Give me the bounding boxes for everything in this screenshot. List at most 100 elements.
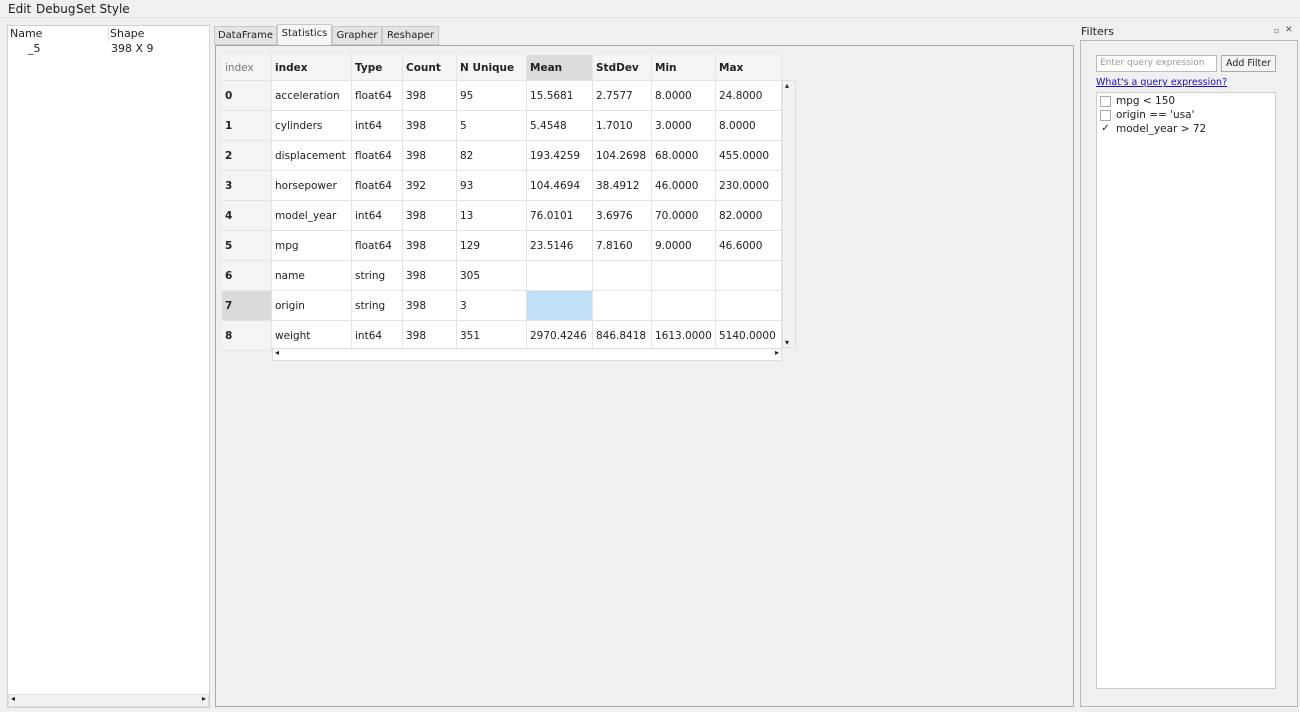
column-header-type[interactable]: Type: [352, 55, 403, 81]
filter-item[interactable]: mpg < 150: [1100, 95, 1175, 108]
table-cell-stddev[interactable]: 3.6976: [593, 201, 652, 231]
table-cell-count[interactable]: 398: [403, 231, 457, 261]
table-cell-count[interactable]: 398: [403, 201, 457, 231]
row-header[interactable]: 3: [222, 171, 272, 201]
column-header-stddev[interactable]: StdDev: [593, 55, 652, 81]
row-header[interactable]: 0: [222, 81, 272, 111]
table-cell-count[interactable]: 398: [403, 291, 457, 321]
table-cell-min[interactable]: 8.0000: [652, 81, 716, 111]
table-cell-n-unique[interactable]: 82: [457, 141, 527, 171]
table-cell-count[interactable]: 398: [403, 111, 457, 141]
row-header[interactable]: 6: [222, 261, 272, 291]
table-cell-n-unique[interactable]: 129: [457, 231, 527, 261]
table-cell-mean[interactable]: 104.4694: [527, 171, 593, 201]
column-header-mean[interactable]: Mean: [527, 55, 593, 81]
row-header[interactable]: 7: [222, 291, 272, 321]
filter-checkbox[interactable]: [1100, 109, 1111, 121]
table-cell-stddev[interactable]: 846.8418: [593, 321, 652, 351]
table-cell-type[interactable]: string: [352, 291, 403, 321]
float-icon[interactable]: ▫: [1274, 26, 1279, 35]
tab-dataframe[interactable]: DataFrame: [214, 26, 277, 45]
scroll-right-icon[interactable]: ▸: [202, 694, 206, 703]
table-cell-count[interactable]: 398: [403, 141, 457, 171]
filter-item[interactable]: ✓ model_year > 72: [1100, 123, 1206, 136]
menu-set-style[interactable]: Set Style: [76, 2, 130, 16]
column-header-max[interactable]: Max: [716, 55, 782, 81]
table-cell-count[interactable]: 392: [403, 171, 457, 201]
table-cell-index[interactable]: name: [272, 261, 352, 291]
table-cell-type[interactable]: float64: [352, 171, 403, 201]
table-cell-min[interactable]: 68.0000: [652, 141, 716, 171]
column-header-name[interactable]: Name: [9, 27, 109, 41]
scroll-left-icon[interactable]: ◂: [275, 348, 279, 357]
table-cell-index[interactable]: weight: [272, 321, 352, 351]
table-cell-stddev[interactable]: [593, 261, 652, 291]
table-cell-n-unique[interactable]: 13: [457, 201, 527, 231]
table-cell-count[interactable]: 398: [403, 321, 457, 351]
table-cell-stddev[interactable]: [593, 291, 652, 321]
table-cell-type[interactable]: float64: [352, 231, 403, 261]
add-filter-button[interactable]: Add Filter: [1221, 55, 1276, 72]
table-cell-index[interactable]: origin: [272, 291, 352, 321]
table-cell-mean[interactable]: 193.4259: [527, 141, 593, 171]
query-help-link[interactable]: What's a query expression?: [1096, 77, 1227, 88]
table-cell-mean[interactable]: 23.5146: [527, 231, 593, 261]
column-header-min[interactable]: Min: [652, 55, 716, 81]
table-cell-n-unique[interactable]: 5: [457, 111, 527, 141]
filter-item[interactable]: origin == 'usa': [1100, 109, 1195, 122]
table-cell-count[interactable]: 398: [403, 261, 457, 291]
table-cell-index[interactable]: mpg: [272, 231, 352, 261]
table-cell-stddev[interactable]: 1.7010: [593, 111, 652, 141]
dataframe-row[interactable]: _5 398 X 9: [8, 42, 208, 56]
column-header-shape[interactable]: Shape: [109, 27, 210, 41]
row-header[interactable]: 1: [222, 111, 272, 141]
table-cell-mean[interactable]: 76.0101: [527, 201, 593, 231]
vertical-scrollbar[interactable]: ▴ ▾: [782, 80, 796, 348]
table-cell-n-unique[interactable]: 305: [457, 261, 527, 291]
table-cell-mean[interactable]: [527, 261, 593, 291]
table-cell-n-unique[interactable]: 93: [457, 171, 527, 201]
scroll-right-icon[interactable]: ▸: [775, 348, 779, 357]
filter-checkbox[interactable]: ✓: [1100, 123, 1111, 135]
table-cell-mean[interactable]: 5.4548: [527, 111, 593, 141]
table-cell-max[interactable]: 455.0000: [716, 141, 782, 171]
table-cell-max[interactable]: 24.8000: [716, 81, 782, 111]
table-cell-type[interactable]: float64: [352, 81, 403, 111]
table-cell-type[interactable]: int64: [352, 201, 403, 231]
column-header-index[interactable]: index: [272, 55, 352, 81]
table-cell-type[interactable]: int64: [352, 111, 403, 141]
table-cell-max[interactable]: 5140.0000: [716, 321, 782, 351]
row-header[interactable]: 4: [222, 201, 272, 231]
table-cell-max[interactable]: 230.0000: [716, 171, 782, 201]
table-cell-mean[interactable]: 15.5681: [527, 81, 593, 111]
table-cell-max[interactable]: [716, 291, 782, 321]
tab-reshaper[interactable]: Reshaper: [382, 26, 439, 45]
table-cell-max[interactable]: 8.0000: [716, 111, 782, 141]
scroll-down-icon[interactable]: ▾: [785, 338, 789, 347]
table-cell-mean[interactable]: 2970.4246: [527, 321, 593, 351]
row-header[interactable]: 2: [222, 141, 272, 171]
row-header[interactable]: 5: [222, 231, 272, 261]
table-cell-min[interactable]: [652, 291, 716, 321]
table-cell-type[interactable]: string: [352, 261, 403, 291]
tab-grapher[interactable]: Grapher: [332, 26, 382, 45]
table-cell-max[interactable]: [716, 261, 782, 291]
column-header-count[interactable]: Count: [403, 55, 457, 81]
table-cell-index[interactable]: cylinders: [272, 111, 352, 141]
table-cell-min[interactable]: [652, 261, 716, 291]
table-cell-index[interactable]: model_year: [272, 201, 352, 231]
table-cell-type[interactable]: float64: [352, 141, 403, 171]
table-cell-n-unique[interactable]: 351: [457, 321, 527, 351]
table-cell-n-unique[interactable]: 95: [457, 81, 527, 111]
column-header-n-unique[interactable]: N Unique: [457, 55, 527, 81]
table-cell-index[interactable]: horsepower: [272, 171, 352, 201]
table-cell-stddev[interactable]: 2.7577: [593, 81, 652, 111]
table-cell-stddev[interactable]: 38.4912: [593, 171, 652, 201]
query-input[interactable]: Enter query expression: [1096, 55, 1217, 72]
menu-edit[interactable]: Edit: [8, 2, 31, 16]
menu-debug[interactable]: Debug: [36, 2, 75, 16]
scroll-up-icon[interactable]: ▴: [785, 81, 789, 90]
table-cell-min[interactable]: 1613.0000: [652, 321, 716, 351]
table-horizontal-scrollbar[interactable]: ◂ ▸: [272, 348, 782, 361]
column-header-row-index[interactable]: index: [222, 55, 272, 81]
